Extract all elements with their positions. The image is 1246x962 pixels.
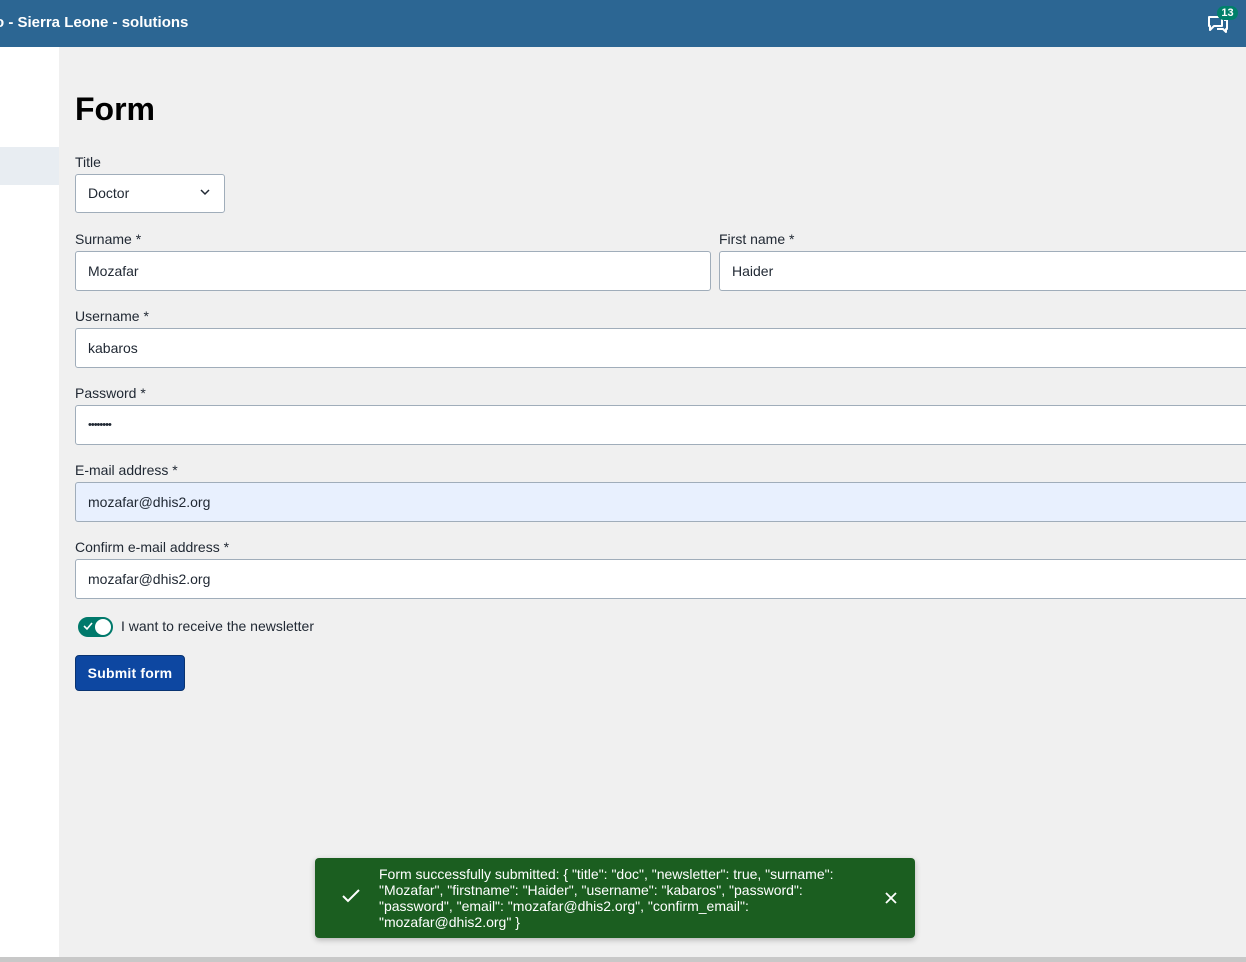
- email-label: E-mail address *: [75, 462, 178, 478]
- username-input[interactable]: kabaros: [75, 328, 1246, 368]
- horizontal-scrollbar[interactable]: [0, 957, 1246, 962]
- submit-button[interactable]: Submit form: [75, 655, 185, 691]
- sidebar: [0, 47, 59, 957]
- title-select-value: Doctor: [88, 185, 130, 201]
- surname-label: Surname *: [75, 231, 142, 247]
- check-icon: [83, 622, 93, 631]
- newsletter-switch[interactable]: [78, 617, 113, 637]
- main-content: Form Title Doctor Surname * Mozafar Firs…: [59, 47, 1246, 957]
- username-label: Username *: [75, 308, 149, 324]
- newsletter-label: I want to receive the newsletter: [121, 618, 314, 634]
- chevron-down-icon: [200, 189, 210, 196]
- messages-button[interactable]: 13: [1200, 6, 1240, 40]
- close-icon[interactable]: [883, 890, 899, 906]
- firstname-input[interactable]: Haider: [719, 251, 1246, 291]
- surname-input[interactable]: Mozafar: [75, 251, 711, 291]
- title-label: Title: [75, 154, 101, 170]
- message-count-badge: 13: [1217, 6, 1238, 20]
- confirm-email-label: Confirm e-mail address *: [75, 539, 230, 555]
- password-input[interactable]: ••••••••: [75, 405, 1246, 445]
- switch-knob: [95, 619, 111, 635]
- checkmark-icon: [342, 889, 360, 903]
- sidebar-item-active[interactable]: [0, 147, 59, 185]
- confirm-email-input[interactable]: mozafar@dhis2.org: [75, 559, 1246, 599]
- firstname-label: First name *: [719, 231, 795, 247]
- success-alert: Form successfully submitted: { "title": …: [315, 858, 915, 938]
- app-header: o - Sierra Leone - solutions 13: [0, 0, 1246, 47]
- app-title: o - Sierra Leone - solutions: [0, 14, 189, 31]
- email-input[interactable]: mozafar@dhis2.org: [75, 482, 1246, 522]
- title-select[interactable]: Doctor: [75, 174, 225, 213]
- page-title: Form: [75, 91, 155, 127]
- alert-message: Form successfully submitted: { "title": …: [379, 866, 834, 930]
- password-label: Password *: [75, 385, 146, 401]
